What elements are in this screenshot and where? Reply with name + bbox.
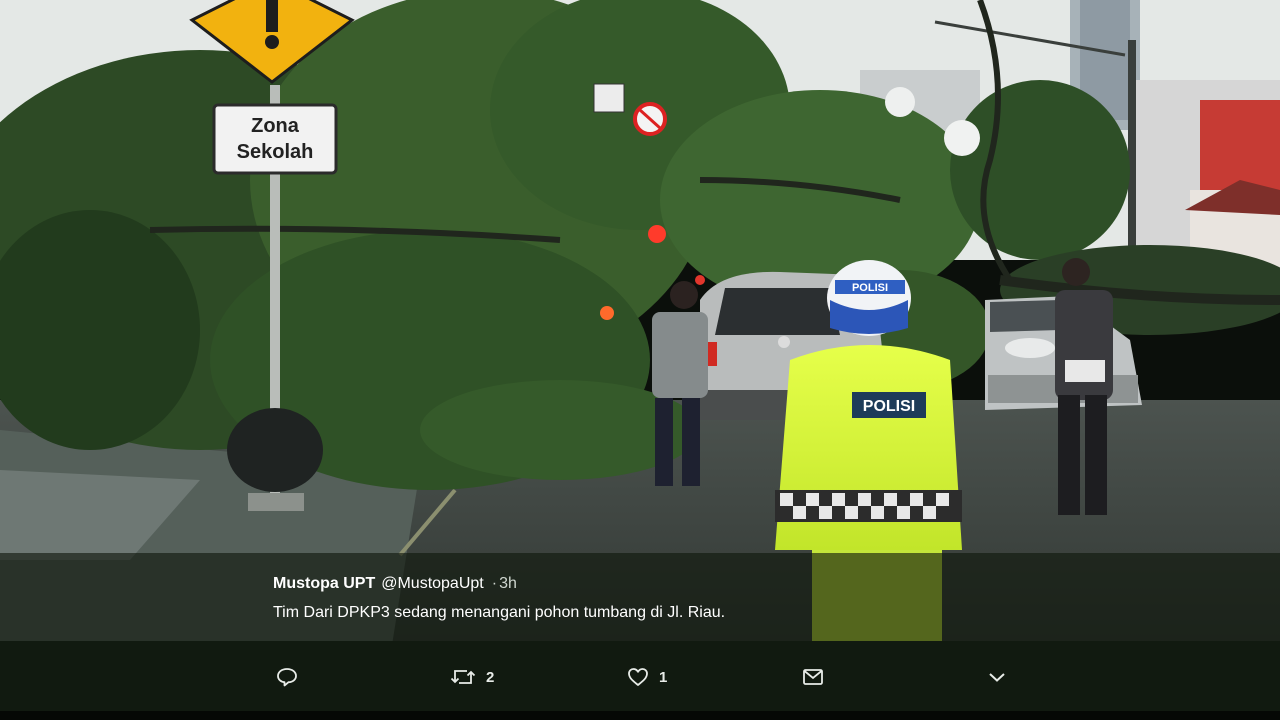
bollard: [227, 408, 323, 492]
heart-icon: [628, 668, 648, 686]
svg-text:POLISI: POLISI: [863, 398, 915, 415]
bottom-border: [0, 711, 1280, 720]
reply-button[interactable]: [276, 667, 298, 687]
more-button[interactable]: [987, 667, 1007, 687]
reply-icon: [277, 668, 297, 687]
author-name[interactable]: Mustopa UPT: [273, 575, 375, 592]
author-handle[interactable]: @MustopaUpt: [381, 575, 484, 592]
like-button[interactable]: 1: [627, 667, 667, 687]
chevron-down-icon: [989, 673, 1005, 682]
retweet-icon: [450, 670, 476, 684]
svg-text:Zona: Zona: [251, 115, 300, 137]
retweet-button[interactable]: 2: [450, 667, 494, 687]
tweet-caption: [0, 553, 1280, 641]
tweet-action-bar: 2 1: [0, 641, 1280, 711]
direct-message-button[interactable]: [802, 667, 824, 687]
separator: ·: [491, 575, 498, 592]
tweet-text: Tim Dari DPKP3 sedang menangani pohon tu…: [273, 604, 726, 621]
svg-text:POLISI: POLISI: [852, 282, 888, 294]
envelope-icon: [803, 669, 823, 685]
like-count: 1: [659, 668, 668, 686]
tweet-header: Mustopa UPT @MustopaUpt · 3h: [273, 575, 517, 593]
retweet-count: 2: [486, 668, 495, 686]
tweet-media-view: Zona Sekolah POLISI POLISI Mustopa UPT @…: [0, 0, 1280, 720]
svg-text:Sekolah: Sekolah: [237, 141, 314, 163]
tweet-timestamp[interactable]: 3h: [499, 575, 517, 592]
